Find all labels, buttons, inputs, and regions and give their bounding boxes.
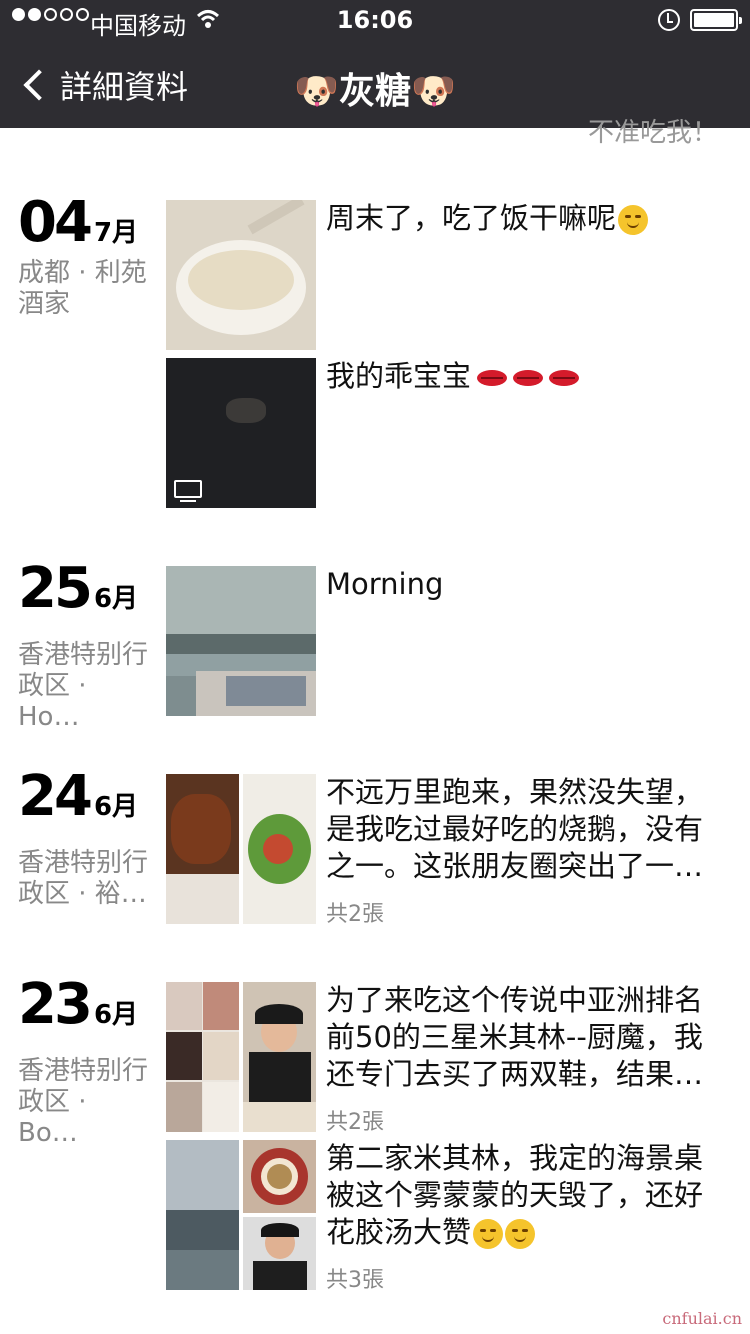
post-day: 23 xyxy=(18,972,93,1037)
profile-signature: 不准吃我！ xyxy=(587,118,718,148)
post-date: 23 6月 xyxy=(18,972,138,1037)
post-day: 24 xyxy=(18,764,93,829)
page-title: 🐶灰糖🐶 xyxy=(294,71,456,112)
smile-emoji-icon xyxy=(473,1219,504,1249)
post-location: 香港特别行政区 · Bo… xyxy=(18,1056,149,1148)
post-date: 25 6月 xyxy=(18,556,138,621)
post-text[interactable]: 不远万里跑来，果然没失望，是我吃过最好吃的烧鹅，没有之一。这张朋友圈突出了一… xyxy=(326,774,726,885)
post-month: 6月 xyxy=(93,584,139,614)
post-location: 香港特别行政区 · 裕… xyxy=(18,848,149,909)
lips-emoji-icon xyxy=(477,370,508,386)
post-date: 04 7月 xyxy=(18,190,138,255)
dizzy-face-emoji-icon xyxy=(618,205,649,235)
post-text[interactable]: 我的乖宝宝 xyxy=(326,358,726,395)
status-time: 16:06 xyxy=(336,6,414,34)
post-text[interactable]: 第二家米其林，我定的海景桌被这个雾蒙蒙的天毁了，还好花胶汤大赞 xyxy=(326,1140,726,1251)
post-date: 24 6月 xyxy=(18,764,138,829)
smile-emoji-icon xyxy=(505,1219,536,1249)
post-photo-harbour[interactable] xyxy=(166,566,316,716)
alarm-icon xyxy=(658,9,680,31)
photo-count: 共2張 xyxy=(326,1110,384,1135)
post-text[interactable]: 周末了，吃了饭干嘛呢 xyxy=(326,200,726,237)
lips-emoji-icon xyxy=(549,370,580,386)
post-photo-person[interactable] xyxy=(243,1217,316,1290)
photo-count: 共3張 xyxy=(326,1268,384,1293)
status-bar: 中国移动 16:06 xyxy=(0,0,750,40)
post-day: 04 xyxy=(18,190,93,255)
post-video-dog[interactable] xyxy=(166,358,316,508)
post-month: 7月 xyxy=(93,218,139,248)
video-icon xyxy=(174,480,202,502)
post-location: 香港特别行政区 · Ho… xyxy=(18,640,149,732)
battery-icon xyxy=(690,9,742,31)
post-photo-soup[interactable] xyxy=(166,200,316,350)
post-text[interactable]: Morning xyxy=(326,566,726,603)
photo-count: 共2張 xyxy=(326,902,384,927)
post-text[interactable]: 为了来吃这个传说中亚洲排名前50的三星米其林--厨魔，我还专门去买了两双鞋，结果… xyxy=(326,982,726,1093)
post-text-content: 周末了，吃了饭干嘛呢 xyxy=(326,201,617,235)
watermark: cnfulai.cn xyxy=(662,1309,742,1328)
post-day: 25 xyxy=(18,556,93,621)
post-photo-collage[interactable] xyxy=(166,982,239,1132)
top-bar: 中国移动 16:06 詳細資料 🐶灰糖🐶 xyxy=(0,0,750,128)
post-photo-greens[interactable] xyxy=(243,774,316,924)
post-photo-skyline[interactable] xyxy=(166,1140,239,1290)
post-photo-roast-goose[interactable] xyxy=(166,774,239,924)
post-location: 成都 · 利苑酒家 xyxy=(18,258,147,319)
post-text-content: 我的乖宝宝 xyxy=(326,359,472,393)
lips-emoji-icon xyxy=(513,370,544,386)
post-month: 6月 xyxy=(93,792,139,822)
post-photo-portrait[interactable] xyxy=(243,982,316,1132)
post-photo-soup-bowl[interactable] xyxy=(243,1140,316,1213)
post-month: 6月 xyxy=(93,1000,139,1030)
